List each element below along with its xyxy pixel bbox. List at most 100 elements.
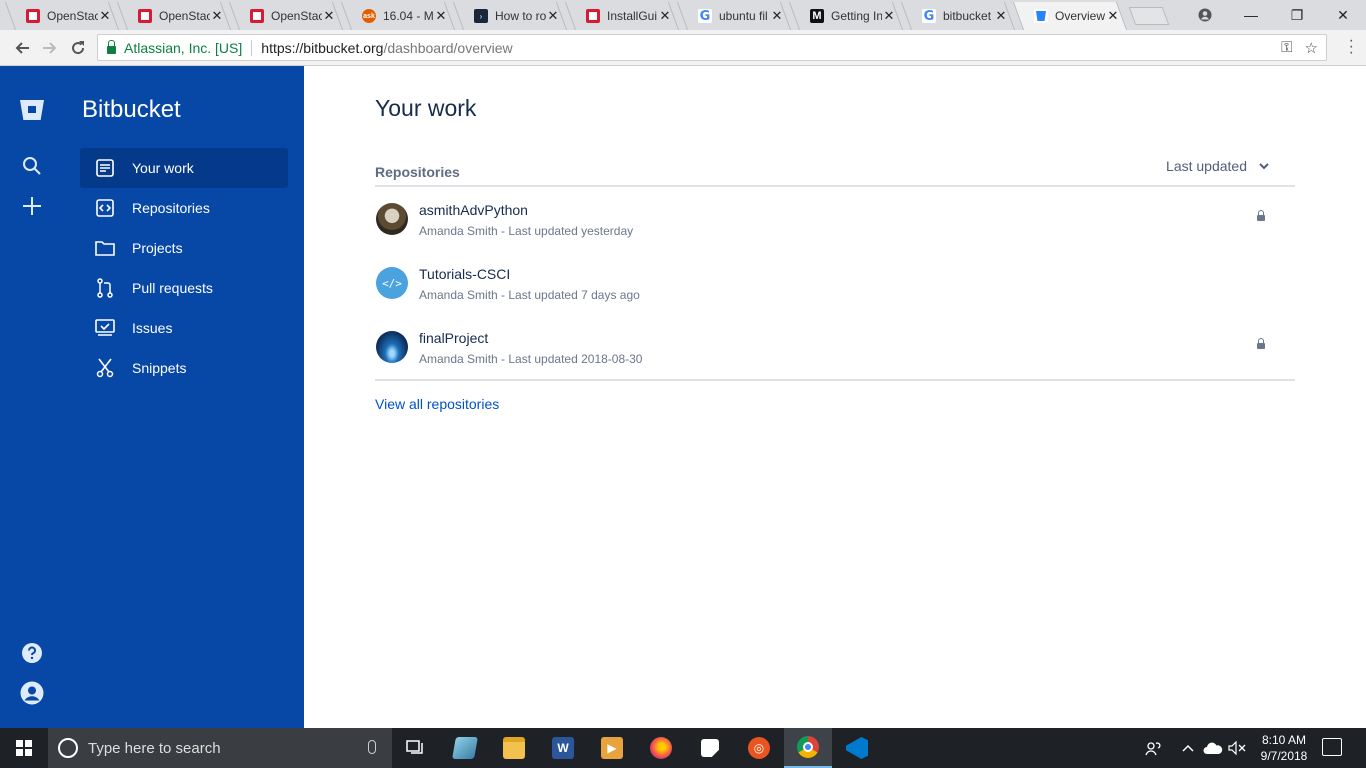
url-host: https://bitbucket.org bbox=[261, 39, 384, 56]
pull-requests-icon bbox=[94, 277, 116, 299]
windows-start-button[interactable] bbox=[0, 728, 48, 768]
tab-title: Getting In bbox=[831, 9, 882, 23]
sticky-notes-icon[interactable] bbox=[686, 728, 734, 768]
tab-title: How to ro bbox=[495, 9, 546, 23]
url-path: /dashboard/overview bbox=[383, 39, 513, 56]
browser-tab[interactable]: OpenStack ✕ bbox=[230, 2, 342, 30]
sidebar-item-label: Snippets bbox=[132, 360, 187, 376]
sort-dropdown[interactable]: Last updated bbox=[1166, 158, 1269, 174]
file-explorer-icon[interactable] bbox=[490, 728, 538, 768]
sidebar-item-your-work[interactable]: Your work bbox=[80, 148, 288, 188]
browser-tab[interactable]: G bitbucket ✕ bbox=[902, 2, 1014, 30]
view-all-repositories-link[interactable]: View all repositories bbox=[375, 396, 499, 412]
key-icon[interactable]: ⚿ bbox=[1281, 39, 1292, 57]
repository-name[interactable]: asmithAdvPython bbox=[419, 202, 528, 218]
browser-tab-active[interactable]: Overview ✕ bbox=[1014, 2, 1126, 30]
media-player-icon[interactable]: ▶ bbox=[588, 728, 636, 768]
chrome-menu-icon[interactable]: · · · bbox=[1349, 33, 1354, 61]
create-plus-icon[interactable] bbox=[20, 194, 44, 218]
user-avatar-icon[interactable] bbox=[20, 681, 44, 705]
page-title: Your work bbox=[375, 95, 477, 121]
repository-name[interactable]: finalProject bbox=[419, 330, 488, 346]
browser-tab[interactable]: ask 16.04 - M ✕ bbox=[342, 2, 454, 30]
openstack-icon bbox=[250, 9, 264, 23]
sidebar-item-snippets[interactable]: Snippets bbox=[80, 348, 288, 388]
new-tab-button[interactable] bbox=[1128, 7, 1170, 25]
unknown-app-icon[interactable] bbox=[441, 728, 489, 768]
repository-list: asmithAdvPython Amanda Smith - Last upda… bbox=[375, 187, 1295, 381]
repository-row[interactable]: </> Tutorials-CSCI Amanda Smith - Last u… bbox=[375, 251, 1295, 315]
search-placeholder: Type here to search bbox=[88, 739, 221, 757]
tab-title: Overview bbox=[1055, 9, 1106, 23]
sidebar-item-pull-requests[interactable]: Pull requests bbox=[80, 268, 288, 308]
profile-icon[interactable] bbox=[1182, 0, 1228, 30]
tab-close-icon[interactable]: ✕ bbox=[322, 8, 336, 24]
forward-button[interactable] bbox=[38, 36, 62, 60]
browser-tab[interactable]: OpenStack ✕ bbox=[6, 2, 118, 30]
reload-button[interactable] bbox=[66, 36, 90, 60]
browser-tab[interactable]: OpenStack ✕ bbox=[118, 2, 230, 30]
browser-tab-strip: OpenStack ✕ OpenStack ✕ OpenStack ✕ ask … bbox=[0, 0, 1366, 30]
repository-meta: Amanda Smith - Last updated 2018-08-30 bbox=[419, 352, 643, 366]
sort-label: Last updated bbox=[1166, 158, 1247, 174]
browser-tab[interactable]: › How to ro ✕ bbox=[454, 2, 566, 30]
tab-close-icon[interactable]: ✕ bbox=[210, 8, 224, 24]
tab-close-icon[interactable]: ✕ bbox=[546, 8, 560, 24]
tab-close-icon[interactable]: ✕ bbox=[98, 8, 112, 24]
sidebar-item-issues[interactable]: Issues bbox=[80, 308, 288, 348]
site-identity[interactable]: Atlassian, Inc. [US] bbox=[124, 40, 242, 56]
taskbar-clock[interactable]: 8:10 AM 9/7/2018 bbox=[1246, 732, 1322, 764]
tab-close-icon[interactable]: ✕ bbox=[434, 8, 448, 24]
bookmark-star-icon[interactable]: ☆ bbox=[1305, 39, 1318, 57]
main-content: Your work Repositories Last updated asmi… bbox=[304, 66, 1366, 728]
tab-title: InstallGui bbox=[607, 9, 658, 23]
sidebar-item-projects[interactable]: Projects bbox=[80, 228, 288, 268]
bitbucket-logo-icon[interactable] bbox=[20, 100, 44, 120]
back-button[interactable] bbox=[10, 36, 34, 60]
brand-name[interactable]: Bitbucket bbox=[82, 96, 181, 124]
onedrive-cloud-icon[interactable] bbox=[1200, 728, 1226, 768]
volume-muted-icon[interactable] bbox=[1226, 728, 1248, 768]
browser-tab[interactable]: M Getting In ✕ bbox=[790, 2, 902, 30]
word-icon[interactable]: W bbox=[539, 728, 587, 768]
close-window-button[interactable]: ✕ bbox=[1320, 0, 1366, 30]
sidebar-item-label: Issues bbox=[132, 320, 173, 336]
repository-row[interactable]: finalProject Amanda Smith - Last updated… bbox=[375, 315, 1295, 379]
people-icon[interactable] bbox=[1140, 728, 1168, 768]
vscode-icon[interactable] bbox=[833, 728, 881, 768]
repository-name[interactable]: Tutorials-CSCI bbox=[419, 266, 510, 282]
lock-icon bbox=[107, 40, 116, 54]
your-work-icon bbox=[94, 157, 116, 179]
sidebar-nav: Your work Repositories Projects Pull req… bbox=[80, 148, 288, 388]
openstack-icon bbox=[138, 9, 152, 23]
taskbar-search-box[interactable]: Type here to search bbox=[48, 728, 392, 768]
search-icon[interactable] bbox=[20, 154, 44, 178]
chevron-down-icon bbox=[1259, 163, 1269, 170]
task-view-icon[interactable] bbox=[392, 728, 440, 768]
browser-tab[interactable]: InstallGui ✕ bbox=[566, 2, 678, 30]
maximize-button[interactable]: ❐ bbox=[1274, 0, 1320, 30]
tab-close-icon[interactable]: ✕ bbox=[1106, 8, 1120, 24]
cortana-icon bbox=[58, 738, 78, 758]
tab-close-icon[interactable]: ✕ bbox=[882, 8, 896, 24]
issues-icon bbox=[94, 317, 116, 339]
sidebar-item-repositories[interactable]: Repositories bbox=[80, 188, 288, 228]
microphone-icon[interactable] bbox=[368, 740, 376, 754]
browser-tab[interactable]: G ubuntu fil ✕ bbox=[678, 2, 790, 30]
action-center-icon[interactable] bbox=[1322, 738, 1342, 756]
tab-close-icon[interactable]: ✕ bbox=[658, 8, 672, 24]
chrome-icon[interactable] bbox=[784, 728, 832, 768]
tab-close-icon[interactable]: ✕ bbox=[770, 8, 784, 24]
address-bar[interactable]: Atlassian, Inc. [US] https://bitbucket.o… bbox=[97, 34, 1327, 61]
google-icon: G bbox=[922, 8, 936, 24]
google-icon: G bbox=[698, 8, 712, 24]
ubuntu-icon[interactable]: ◎ bbox=[735, 728, 783, 768]
repository-meta: Amanda Smith - Last updated yesterday bbox=[419, 224, 634, 238]
section-label: Repositories bbox=[375, 164, 460, 180]
repository-row[interactable]: asmithAdvPython Amanda Smith - Last upda… bbox=[375, 187, 1295, 251]
firefox-icon[interactable] bbox=[637, 728, 685, 768]
minimize-button[interactable]: — bbox=[1228, 0, 1274, 30]
help-icon[interactable] bbox=[20, 641, 44, 665]
tab-close-icon[interactable]: ✕ bbox=[994, 8, 1008, 24]
show-hidden-icons-chevron-up-icon[interactable] bbox=[1176, 728, 1200, 768]
